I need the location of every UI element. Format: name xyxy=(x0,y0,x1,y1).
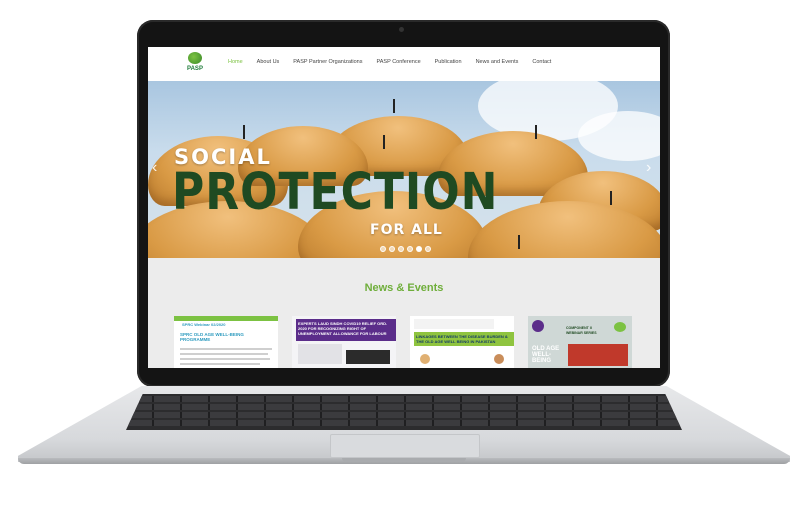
keyboard-row xyxy=(126,396,682,402)
keyboard-row xyxy=(126,412,682,418)
webcam xyxy=(399,27,404,32)
partner-logo xyxy=(532,320,544,332)
slider-dot[interactable] xyxy=(380,246,386,252)
laptop-base xyxy=(18,386,790,466)
card-headline: EXPERTS LAUD SINDH COVID19 RELIEF ORD. 2… xyxy=(296,319,396,341)
news-card[interactable]: LINKAGES BETWEEN THE DISEASE BURDEN & TH… xyxy=(410,316,514,368)
slider-dot[interactable] xyxy=(398,246,404,252)
chevron-left-icon[interactable]: ‹ xyxy=(152,159,157,177)
news-card[interactable]: EXPERTS LAUD SINDH COVID19 RELIEF ORD. 2… xyxy=(292,316,396,368)
text-line xyxy=(180,353,268,355)
card-headline: OLD AGE WELL-BEING xyxy=(532,346,560,364)
keyboard xyxy=(126,394,682,430)
nav-item-contact[interactable]: Contact xyxy=(525,59,558,65)
leaf-logo-icon xyxy=(614,322,626,332)
umbrella-tip xyxy=(610,191,612,205)
slider-dot[interactable] xyxy=(389,246,395,252)
slider-dot[interactable] xyxy=(425,246,431,252)
card-subtitle: SPRC Webinar 02/2020 xyxy=(182,322,226,327)
umbrella-tip xyxy=(535,125,537,139)
hero-banner: SOCIAL PROTECTION FOR ALL ‹ › xyxy=(148,81,660,258)
chevron-right-icon[interactable]: › xyxy=(646,159,651,177)
umbrella-tip xyxy=(243,125,245,139)
card-headline: SPRC OLD AGE WELL-BEING PROGRAMME xyxy=(180,332,244,342)
logo-text: PASP xyxy=(187,66,203,72)
keyboard-row xyxy=(126,420,682,426)
umbrella-tip xyxy=(393,99,395,113)
keyboard-row xyxy=(126,404,682,410)
nav-item-news-and-events[interactable]: News and Events xyxy=(469,59,526,65)
laptop-screen: PASP Home About Us PASP Partner Organizati… xyxy=(148,47,660,368)
text-line xyxy=(180,358,270,360)
laptop-lid-notch xyxy=(342,458,466,462)
card-header-strip xyxy=(414,319,494,329)
text-line xyxy=(180,348,272,350)
avatar xyxy=(420,354,430,364)
card-top-bar xyxy=(174,316,278,321)
nav-item-about-us[interactable]: About Us xyxy=(250,59,287,65)
umbrella-tip xyxy=(518,235,520,249)
slider-dot[interactable] xyxy=(407,246,413,252)
nav-item-home[interactable]: Home xyxy=(221,59,250,65)
news-card[interactable]: COMPONENT II WEBINAR SERIES OLD AGE WELL… xyxy=(528,316,632,368)
cloud-shape xyxy=(578,111,660,161)
card-date-block xyxy=(568,344,628,366)
news-card[interactable]: SPRC Webinar 02/2020 SPRC OLD AGE WELL-B… xyxy=(174,316,278,368)
leaf-logo-icon xyxy=(188,52,202,64)
site-navbar: PASP Home About Us PASP Partner Organizati… xyxy=(148,47,660,81)
site-logo[interactable]: PASP xyxy=(181,52,209,78)
card-image xyxy=(346,350,390,364)
card-subtitle: COMPONENT II WEBINAR SERIES xyxy=(566,326,597,335)
hero-headline-protection: PROTECTION xyxy=(172,163,499,222)
nav-item-publication[interactable]: Publication xyxy=(428,59,469,65)
card-headline: LINKAGES BETWEEN THE DISEASE BURDEN & TH… xyxy=(414,332,514,346)
card-image xyxy=(298,344,342,364)
avatar xyxy=(494,354,504,364)
nav-item-pasp-partner-organizations[interactable]: PASP Partner Organizations xyxy=(286,59,369,65)
text-line xyxy=(180,363,260,365)
news-section-title: News & Events xyxy=(364,282,444,294)
slider-dots xyxy=(380,246,431,252)
news-events-section: News & Events SPRC Webinar 02/2020 SPRC … xyxy=(148,258,660,368)
hero-headline-for-all: FOR ALL xyxy=(370,222,443,238)
slider-dot[interactable] xyxy=(416,246,422,252)
umbrella-tip xyxy=(383,135,385,149)
nav-item-pasp-conference[interactable]: PASP Conference xyxy=(370,59,428,65)
trackpad xyxy=(330,434,480,458)
nav-menu: Home About Us PASP Partner Organizations PA… xyxy=(221,59,558,65)
